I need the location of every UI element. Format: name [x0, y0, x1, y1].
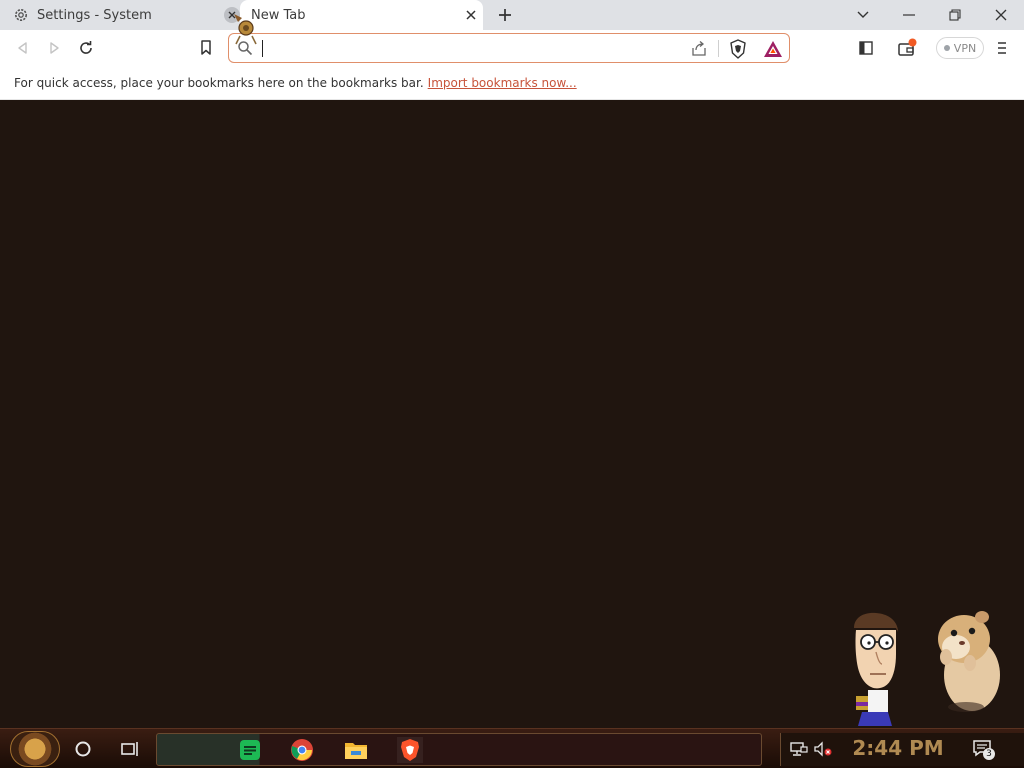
brave-app-button[interactable] — [397, 737, 423, 763]
brave-icon — [401, 739, 419, 761]
brave-rewards-icon[interactable] — [763, 39, 783, 59]
sidebar-toggle-button[interactable] — [855, 37, 877, 59]
file-explorer-icon — [345, 743, 367, 759]
volume-muted-icon — [814, 741, 832, 757]
vpn-status-dot — [943, 45, 950, 51]
hamster-mascot — [938, 611, 1000, 712]
tab-strip: Settings - System New Tab — [0, 0, 1024, 30]
close-icon — [466, 10, 476, 20]
bookmarks-bar-message: For quick access, place your bookmarks h… — [14, 75, 424, 90]
restore-button[interactable] — [932, 0, 978, 30]
chevron-down-icon — [857, 11, 869, 18]
back-arrow-icon — [18, 42, 27, 54]
import-bookmarks-link[interactable]: Import bookmarks now... — [428, 76, 577, 90]
start-button[interactable] — [10, 731, 60, 767]
file-explorer-app-button[interactable] — [343, 737, 369, 763]
bookmarks-bar: For quick access, place your bookmarks h… — [0, 66, 1024, 100]
text-caret — [262, 40, 263, 57]
reload-icon — [80, 41, 92, 54]
restore-icon — [949, 9, 961, 21]
circle-search-icon — [75, 741, 91, 757]
tab-new-tab[interactable]: New Tab — [240, 0, 483, 30]
volume-button[interactable] — [811, 737, 835, 761]
mouse-cursor — [234, 14, 257, 45]
notification-count: 3 — [983, 748, 995, 760]
brave-shields-icon[interactable] — [729, 39, 747, 59]
chrome-icon — [291, 739, 313, 761]
hamburger-menu-icon — [998, 42, 1006, 54]
tab-title: New Tab — [251, 7, 306, 23]
tab-title: Settings - System — [37, 7, 152, 23]
chrome-app-button[interactable] — [289, 737, 315, 763]
close-window-button[interactable] — [978, 0, 1024, 30]
action-center-button[interactable]: 3 — [971, 737, 995, 761]
address-bar[interactable] — [228, 33, 790, 63]
reload-button[interactable] — [75, 37, 97, 59]
forward-button[interactable] — [43, 37, 65, 59]
cartoon-man-mascot — [854, 612, 898, 726]
plus-icon — [499, 9, 511, 21]
gear-icon — [12, 6, 30, 24]
back-button[interactable] — [12, 37, 34, 59]
minimize-button[interactable] — [886, 0, 932, 30]
tab-settings-system[interactable]: Settings - System — [0, 0, 240, 30]
bookmark-icon — [201, 40, 211, 55]
divider — [718, 40, 719, 57]
vpn-label: VPN — [953, 41, 977, 55]
task-view-button[interactable] — [118, 737, 142, 761]
spotify-like-icon — [240, 740, 260, 760]
new-tab-button[interactable] — [495, 5, 515, 25]
minimize-icon — [903, 14, 915, 16]
bookmark-button[interactable] — [195, 37, 217, 59]
wallet-button[interactable] — [896, 37, 918, 59]
network-icon — [790, 742, 808, 756]
taskbar-clock[interactable]: 2:44 PM — [850, 735, 946, 761]
forward-arrow-icon — [50, 42, 59, 54]
close-tab-button[interactable] — [463, 7, 479, 23]
vpn-button[interactable]: VPN — [936, 37, 984, 59]
tab-search-button[interactable] — [840, 0, 886, 30]
network-button[interactable] — [787, 737, 811, 761]
close-icon — [995, 9, 1007, 21]
sheets-app-button[interactable] — [237, 737, 263, 763]
taskbar-apps-panel — [156, 733, 762, 766]
browser-toolbar: VPN — [0, 30, 1024, 66]
main-menu-button[interactable] — [991, 37, 1013, 59]
sidebar-icon — [859, 41, 873, 55]
address-input[interactable] — [261, 37, 681, 59]
wallet-icon — [898, 38, 917, 56]
share-icon[interactable] — [690, 40, 708, 58]
task-view-icon — [121, 742, 138, 756]
cortana-search-button[interactable] — [71, 737, 95, 761]
